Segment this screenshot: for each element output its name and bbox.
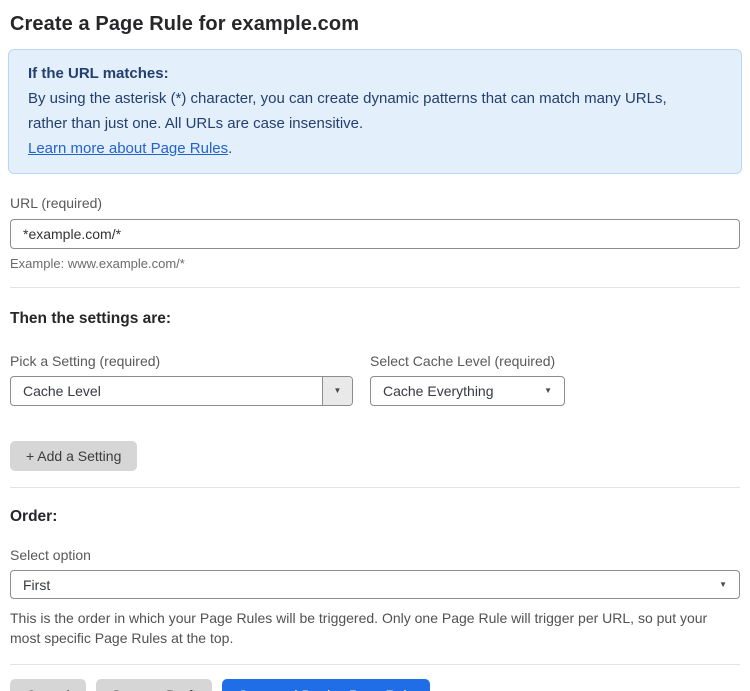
- save-and-deploy-button[interactable]: Save and Deploy Page Rule: [222, 679, 431, 691]
- dropdown-arrow-wrap: ▼: [719, 579, 739, 589]
- create-page-rule-form: Create a Page Rule for example.com If th…: [0, 0, 750, 691]
- page-title: Create a Page Rule for example.com: [10, 13, 360, 35]
- url-example-helper: Example: www.example.com/*: [10, 256, 185, 271]
- chevron-down-icon: ▼: [544, 386, 552, 395]
- divider: [10, 487, 740, 488]
- url-match-info-callout: If the URL matches: By using the asteris…: [8, 49, 742, 174]
- url-input[interactable]: [10, 219, 740, 249]
- order-select-label: Select option: [10, 547, 91, 563]
- cache-level-select[interactable]: Cache Everything ▼: [370, 376, 565, 406]
- learn-more-link[interactable]: Learn more about Page Rules: [28, 140, 228, 157]
- order-section-heading: Order:: [10, 508, 58, 525]
- link-suffix: .: [228, 140, 233, 157]
- dropdown-arrow-button[interactable]: ▼: [322, 377, 352, 405]
- order-helper-line-1: This is the order in which your Page Rul…: [10, 610, 708, 626]
- setting-picker-label: Pick a Setting (required): [10, 353, 161, 369]
- info-body-line-2: rather than just one. All URLs are case …: [28, 115, 364, 132]
- chevron-down-icon: ▼: [333, 386, 342, 395]
- setting-picker-column: Pick a Setting (required) Cache Level ▼: [10, 353, 353, 406]
- cache-level-value: Cache Everything: [383, 383, 494, 399]
- settings-row: Pick a Setting (required) Cache Level ▼ …: [10, 353, 740, 406]
- cancel-button[interactable]: Cancel: [10, 679, 86, 691]
- order-select-value: First: [23, 576, 51, 593]
- order-select[interactable]: First ▼: [10, 570, 740, 599]
- save-as-draft-button[interactable]: Save as Draft: [95, 679, 213, 691]
- settings-section-heading: Then the settings are:: [10, 310, 172, 327]
- info-link-line: Learn more about Page Rules.: [28, 136, 722, 161]
- footer-actions: Cancel Save as Draft Save and Deploy Pag…: [10, 679, 740, 691]
- order-helper-text: This is the order in which your Page Rul…: [10, 608, 740, 648]
- setting-picker-value: Cache Level: [23, 383, 101, 399]
- order-helper-line-2: most specific Page Rules at the top.: [10, 630, 234, 646]
- cache-level-picker-label: Select Cache Level (required): [370, 353, 556, 369]
- dropdown-arrow-wrap: ▼: [544, 387, 564, 395]
- divider: [10, 287, 740, 288]
- info-heading: If the URL matches:: [28, 65, 169, 82]
- url-field-label: URL (required): [10, 195, 103, 211]
- add-setting-button[interactable]: + Add a Setting: [10, 441, 138, 471]
- setting-picker-select[interactable]: Cache Level ▼: [10, 376, 353, 406]
- divider: [10, 664, 740, 665]
- info-body-line-1: By using the asterisk (*) character, you…: [28, 90, 667, 107]
- cache-level-picker-column: Select Cache Level (required) Cache Ever…: [370, 353, 565, 406]
- chevron-down-icon: ▼: [719, 579, 727, 589]
